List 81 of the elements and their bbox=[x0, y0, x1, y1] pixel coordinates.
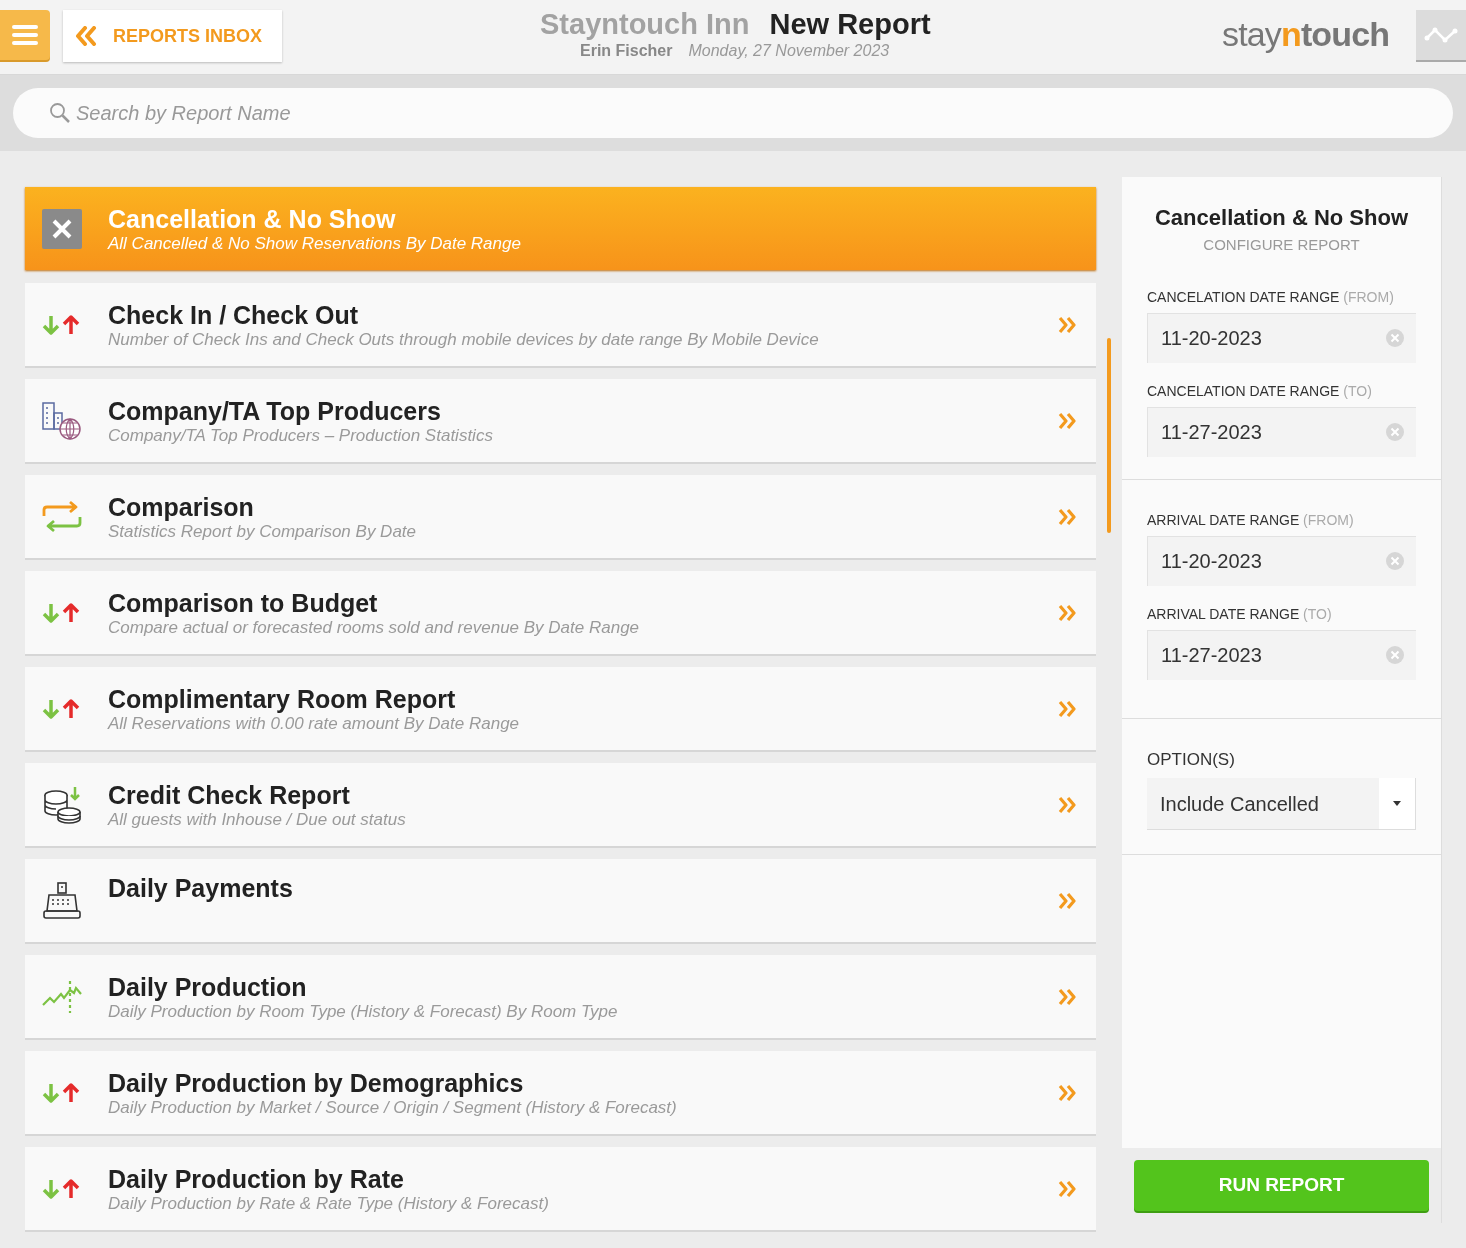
report-item[interactable]: Daily Payments bbox=[25, 859, 1096, 942]
date-text: Monday, 27 November 2023 bbox=[688, 42, 890, 60]
double-chevron-right-icon bbox=[1058, 891, 1076, 910]
menu-icon bbox=[12, 24, 38, 46]
up-down-arrows-icon bbox=[42, 313, 80, 336]
clear-icon[interactable] bbox=[1386, 646, 1404, 664]
report-item[interactable]: Comparison Statistics Report by Comparison By Date bbox=[25, 475, 1096, 558]
report-item[interactable]: Credit Check Report All guests with Inhouse / Due out status bbox=[25, 763, 1096, 846]
coins-icon bbox=[42, 784, 82, 825]
report-item[interactable]: Complimentary Room Report All Reservations with 0.00 rate amount By Date Range bbox=[25, 667, 1096, 750]
report-title: Complimentary Room Report bbox=[108, 683, 457, 714]
field-label: ARRIVAL DATE RANGE (TO) bbox=[1147, 604, 1333, 624]
caret-down-icon bbox=[1393, 801, 1401, 806]
report-description: Compare actual or forecasted rooms sold and revenue By Date Range bbox=[108, 617, 641, 638]
date-field[interactable]: 11-20-2023 bbox=[1147, 312, 1416, 363]
up-down-arrows-icon bbox=[42, 601, 80, 624]
field-label: CANCELATION DATE RANGE (FROM) bbox=[1147, 287, 1395, 307]
clear-icon[interactable] bbox=[1386, 423, 1404, 441]
config-title: Cancellation & No Show bbox=[1155, 204, 1408, 232]
report-description: Company/TA Top Producers – Production Statistics bbox=[108, 425, 494, 446]
report-title: Daily Production by Demographics bbox=[108, 1067, 525, 1098]
date-field[interactable]: 11-20-2023 bbox=[1147, 535, 1416, 586]
close-icon bbox=[42, 208, 82, 249]
up-down-arrows-icon bbox=[42, 1177, 80, 1200]
double-chevron-right-icon bbox=[1058, 795, 1076, 814]
double-chevron-right-icon bbox=[1058, 315, 1076, 334]
report-title: Daily Payments bbox=[108, 873, 294, 903]
date-field[interactable]: 11-27-2023 bbox=[1147, 406, 1416, 457]
report-description: All Cancelled & No Show Reservations By Date Range bbox=[108, 233, 522, 254]
report-item[interactable]: Daily Production Daily Production by Room Type (History & Forecast) By Room Type bbox=[25, 955, 1096, 1038]
double-chevron-right-icon bbox=[1058, 411, 1076, 430]
report-description: Number of Check Ins and Check Outs through mobile devices by date range By Mobile Device bbox=[108, 329, 820, 350]
report-title: Check In / Check Out bbox=[108, 299, 360, 330]
search-icon bbox=[49, 102, 71, 124]
report-item[interactable]: Company/TA Top Producers Company/TA Top Producers – Production Statistics bbox=[25, 379, 1096, 462]
field-label: OPTION(S) bbox=[1147, 748, 1236, 771]
double-chevron-right-icon bbox=[1058, 1179, 1076, 1198]
report-item[interactable]: Check In / Check Out Number of Check Ins and Check Outs through mobile devices by date range By Mobile Device bbox=[25, 283, 1096, 366]
line-chart-icon bbox=[42, 978, 82, 1015]
swap-arrows-icon bbox=[42, 499, 82, 534]
report-title: Company/TA Top Producers bbox=[108, 395, 442, 426]
report-title: Credit Check Report bbox=[108, 779, 351, 810]
double-chevron-right-icon bbox=[1058, 987, 1076, 1006]
up-down-arrows-icon bbox=[42, 1081, 80, 1104]
buildings-globe-icon bbox=[42, 400, 82, 441]
report-description: Statistics Report by Comparison By Date bbox=[108, 521, 417, 542]
cash-register-icon bbox=[42, 880, 82, 921]
field-label: ARRIVAL DATE RANGE (FROM) bbox=[1147, 510, 1355, 530]
report-title: Daily Production by Rate bbox=[108, 1163, 405, 1194]
report-description: Daily Production by Rate & Rate Type (History & Forecast) bbox=[108, 1193, 550, 1214]
report-description: All guests with Inhouse / Due out status bbox=[108, 809, 407, 830]
report-title: Comparison bbox=[108, 491, 255, 522]
report-item[interactable]: Daily Production by Rate Daily Production by Rate & Rate Type (History & Forecast) bbox=[25, 1147, 1096, 1230]
report-description: Daily Production by Room Type (History & Forecast) By Room Type bbox=[108, 1001, 619, 1022]
search-field[interactable]: Search by Report Name bbox=[13, 88, 1453, 138]
report-title: Comparison to Budget bbox=[108, 587, 379, 618]
date-field[interactable]: 11-27-2023 bbox=[1147, 629, 1416, 680]
report-description: All Reservations with 0.00 rate amount By Date Range bbox=[108, 713, 521, 734]
up-down-arrows-icon bbox=[42, 697, 80, 720]
double-chevron-right-icon bbox=[1058, 1083, 1076, 1102]
line-graph-icon bbox=[1424, 26, 1458, 44]
menu-button[interactable] bbox=[0, 10, 50, 60]
field-label: CANCELATION DATE RANGE (TO) bbox=[1147, 381, 1373, 401]
double-chevron-right-icon bbox=[1058, 603, 1076, 622]
double-chevron-right-icon bbox=[1058, 507, 1076, 526]
report-title: Cancellation & No Show bbox=[108, 203, 397, 234]
double-chevron-right-icon bbox=[1058, 699, 1076, 718]
user-name: Erin Fischer bbox=[580, 42, 673, 60]
clear-icon[interactable] bbox=[1386, 552, 1404, 570]
report-item[interactable]: Daily Production by Demographics Daily Production by Market / Source / Origin / Segment (History & Forecast) bbox=[25, 1051, 1096, 1134]
activity-button[interactable] bbox=[1416, 10, 1466, 60]
report-title: Daily Production bbox=[108, 971, 308, 1002]
config-subtitle: CONFIGURE REPORT bbox=[1203, 235, 1360, 255]
double-chevron-left-icon bbox=[75, 26, 97, 46]
page-title: New Report bbox=[769, 7, 931, 42]
options-dropdown[interactable]: Include Cancelled bbox=[1147, 778, 1416, 830]
hotel-name: Stayntouch Inn bbox=[540, 7, 750, 42]
logo: stayntouch bbox=[1222, 14, 1390, 54]
report-item[interactable]: Comparison to Budget Compare actual or forecasted rooms sold and revenue By Date Range bbox=[25, 571, 1096, 654]
report-description: Daily Production by Market / Source / Origin / Segment (History & Forecast) bbox=[108, 1097, 678, 1118]
clear-icon[interactable] bbox=[1386, 329, 1404, 347]
